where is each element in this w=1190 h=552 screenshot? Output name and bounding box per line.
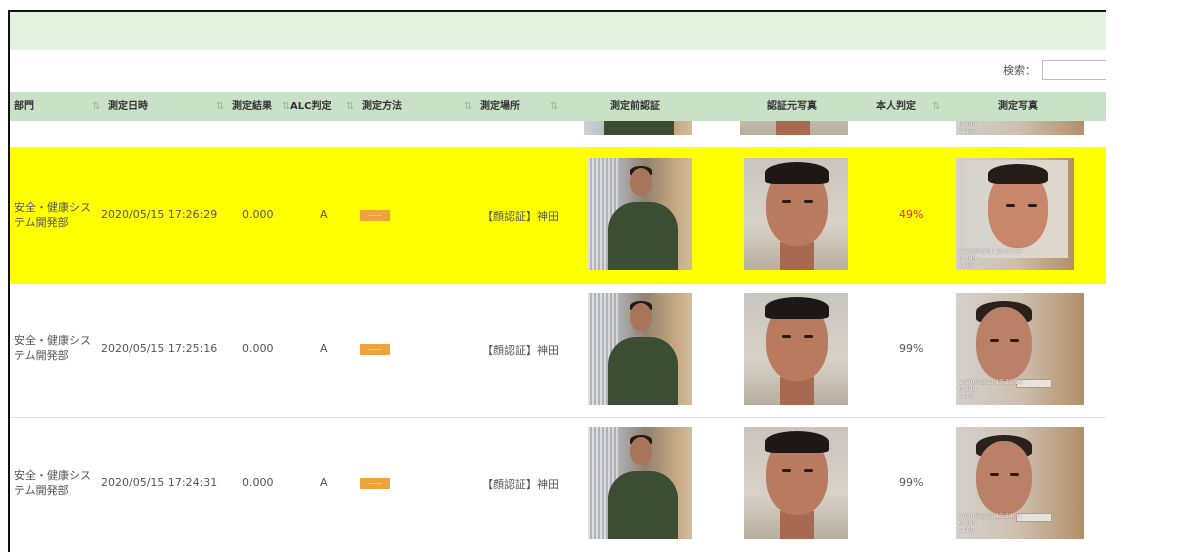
source-photo[interactable] — [744, 158, 848, 270]
cell-match: 99% — [899, 342, 924, 355]
cell-datetime: 2020/05/15 17:25:16 — [101, 342, 218, 355]
cell-alc: A — [320, 208, 328, 221]
search-area: 検索： — [1003, 60, 1106, 80]
measurement-photo[interactable]: 2020/06/01 20:07:24 0.000 1105 — [956, 158, 1074, 270]
cell-dept: 安全・健康システム開発部 — [14, 334, 91, 362]
face-auth-badge — [360, 210, 390, 221]
cell-datetime: 2020/05/15 17:24:31 — [101, 476, 218, 489]
col-header-place[interactable]: 測定場所 ⇅ — [480, 92, 558, 121]
cell-place: 【顔認証】神田 — [482, 344, 559, 357]
cell-match: 99% — [899, 476, 924, 489]
cell-dept: 安全・健康システム開発部 — [14, 469, 91, 497]
cell-result: 0.000 — [242, 342, 274, 355]
search-input[interactable] — [1042, 60, 1106, 80]
cell-alc: A — [320, 342, 328, 355]
pre-auth-photo[interactable] — [588, 158, 692, 270]
cell-result: 0.000 — [242, 208, 274, 221]
pre-auth-photo[interactable] — [588, 427, 692, 539]
col-header-alc[interactable]: ALC判定 ⇅ — [290, 92, 354, 121]
measurement-photo[interactable]: 2020/05/15 17:24:31 0.000 1105 — [956, 427, 1084, 539]
cell-place: 【顔認証】神田 — [482, 210, 559, 223]
sort-icon[interactable]: ⇅ — [550, 92, 558, 121]
sort-icon[interactable]: ⇅ — [92, 92, 100, 121]
previous-row-photo-sliver — [740, 121, 848, 135]
col-header-result[interactable]: 測定結果 ⇅ — [232, 92, 290, 121]
cell-alc: A — [320, 476, 328, 489]
photo-overlay-text: 2020/05/15 17:24:31 0.000 1105 — [959, 513, 1023, 534]
sort-icon[interactable]: ⇅ — [346, 92, 354, 121]
source-photo[interactable] — [744, 427, 848, 539]
sort-icon[interactable]: ⇅ — [216, 92, 224, 121]
col-header-dept[interactable]: 部門 ⇅ — [14, 92, 100, 121]
search-label: 検索： — [1003, 64, 1036, 77]
table-row[interactable]: 安全・健康システム開発部 2020/05/15 17:25:16 0.000 A… — [10, 283, 1106, 418]
col-header-method[interactable]: 測定方法 ⇅ — [362, 92, 472, 121]
col-header-photo: 測定写真 — [998, 101, 1038, 112]
col-header-preauth: 測定前認証 — [610, 101, 660, 112]
face-auth-badge — [360, 478, 390, 489]
results-table-panel: 検索： 部門 ⇅ 測定日時 ⇅ 測定結果 ⇅ ALC判定 ⇅ 測定方法 ⇅ 測定場所 ⇅ 測… — [8, 10, 1106, 552]
cell-match: 49% — [899, 208, 924, 221]
cell-datetime: 2020/05/15 17:26:29 — [101, 208, 218, 221]
previous-row-photo-sliver: 0.000 1105 — [956, 121, 1084, 135]
measurement-photo[interactable]: 2020/05/15 17:25:16 0.000 1105 — [956, 293, 1084, 405]
table-row[interactable]: 安全・健康システム開発部 2020/05/15 17:24:31 0.000 A… — [10, 417, 1106, 552]
cell-dept: 安全・健康システム開発部 — [14, 201, 91, 229]
face-auth-badge — [360, 344, 390, 355]
sort-icon[interactable]: ⇅ — [464, 92, 472, 121]
col-header-source-photo: 認証元写真 — [767, 101, 817, 112]
table-header: 部門 ⇅ 測定日時 ⇅ 測定結果 ⇅ ALC判定 ⇅ 測定方法 ⇅ 測定場所 ⇅ 測定前認証… — [10, 92, 1106, 121]
header-bar — [10, 12, 1106, 50]
cell-place: 【顔認証】神田 — [482, 478, 559, 491]
photo-overlay-text: 2020/05/15 17:25:16 0.000 1105 — [959, 379, 1023, 400]
photo-overlay-text: 0.000 1105 — [959, 121, 977, 135]
source-photo[interactable] — [744, 293, 848, 405]
previous-row-photo-sliver — [584, 121, 692, 135]
sort-icon[interactable]: ⇅ — [932, 92, 940, 121]
photo-overlay-text: 2020/06/01 20:07:24 0.000 1105 — [959, 248, 1023, 269]
pre-auth-photo[interactable] — [588, 293, 692, 405]
table-row[interactable]: 安全・健康システム開発部 2020/05/15 17:26:29 0.000 A… — [10, 147, 1106, 284]
col-header-datetime[interactable]: 測定日時 ⇅ — [108, 92, 224, 121]
col-header-match[interactable]: 本人判定 ⇅ — [876, 92, 940, 121]
cell-result: 0.000 — [242, 476, 274, 489]
